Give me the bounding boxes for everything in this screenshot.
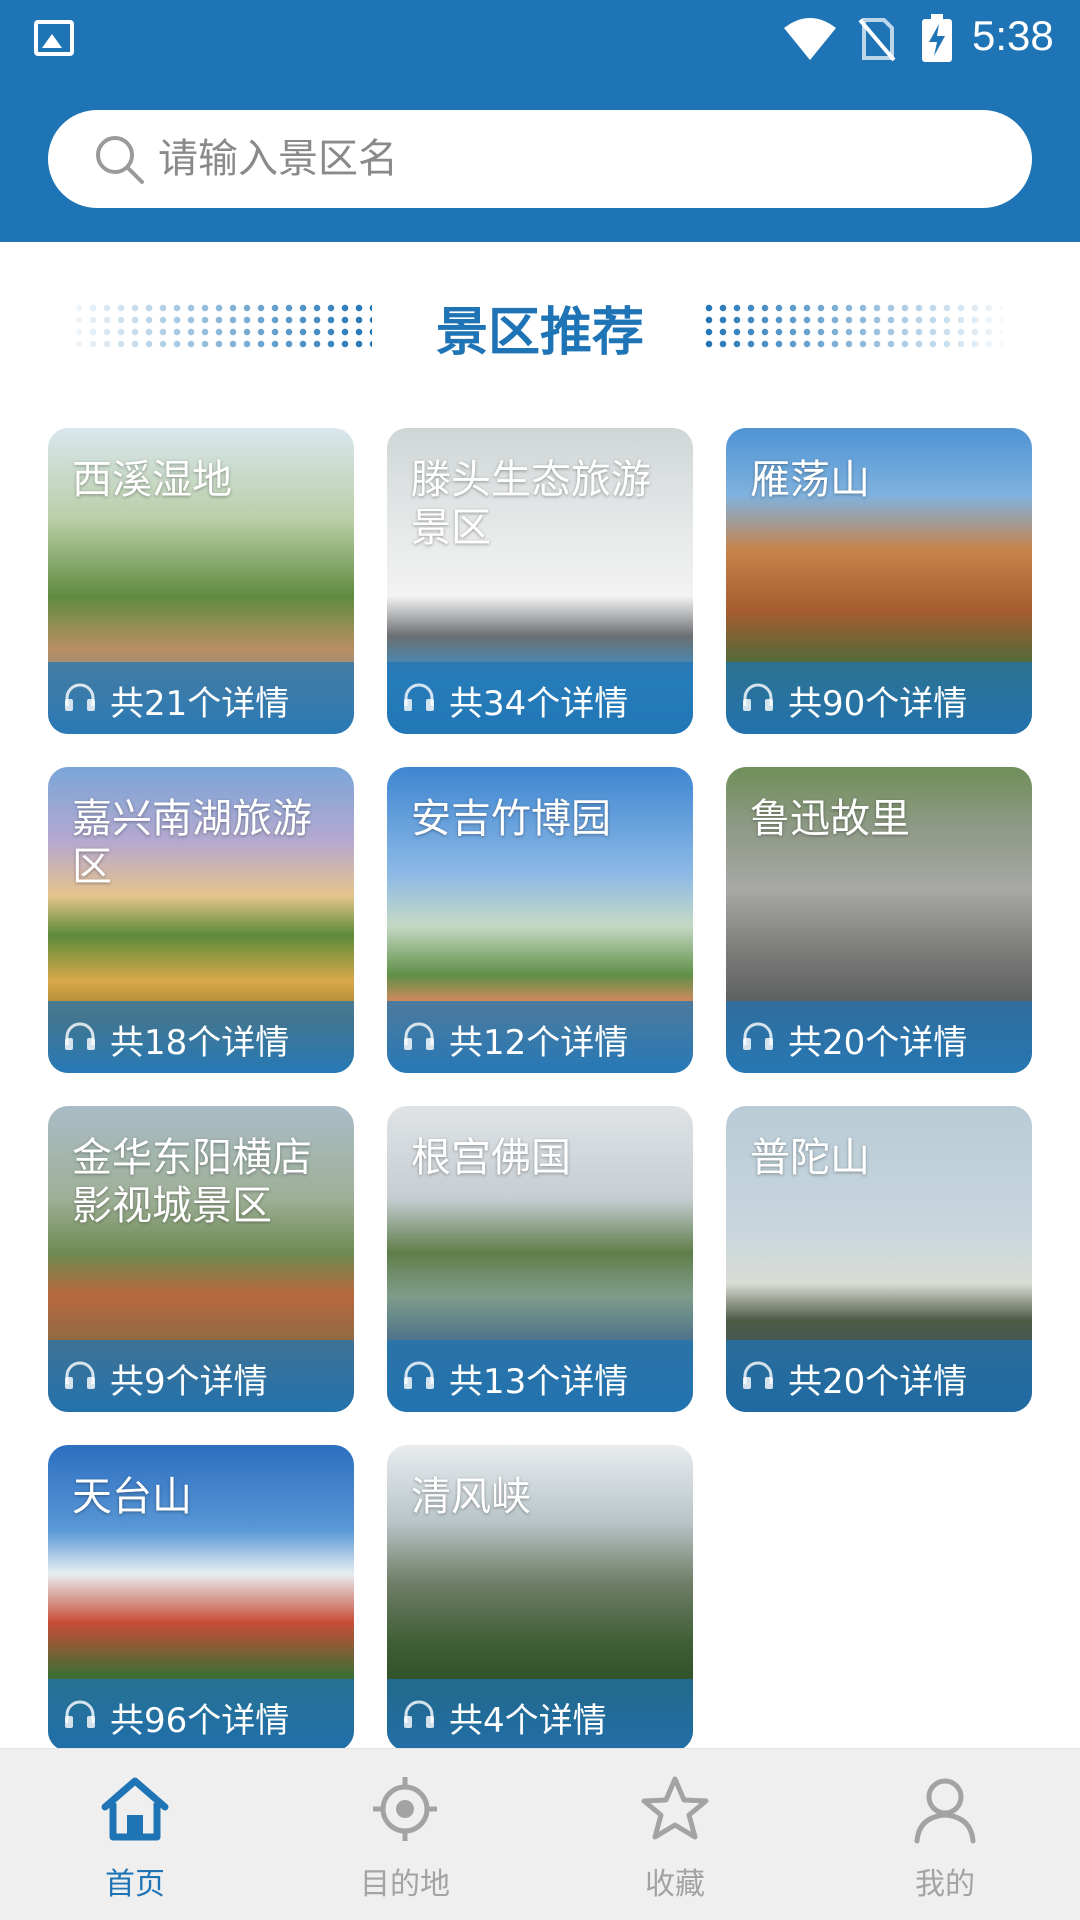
- nav-label: 收藏: [645, 1867, 705, 1902]
- scenic-card[interactable]: 滕头生态旅游景区 共34个详情: [387, 428, 693, 734]
- scenic-footer: 共18个详情: [48, 1001, 354, 1073]
- scenic-name: 嘉兴南湖旅游区: [72, 796, 312, 890]
- headphones-icon: [65, 1700, 95, 1728]
- scenic-card[interactable]: 根宫佛国 共13个详情: [387, 1106, 693, 1412]
- scenic-name: 鲁迅故里: [750, 796, 910, 842]
- scenic-count: 共96个详情: [110, 1701, 290, 1741]
- headphones-icon: [65, 1022, 95, 1050]
- section-header: 景区推荐: [0, 290, 1080, 363]
- user-icon: [914, 1778, 976, 1844]
- scenic-name: 天台山: [72, 1474, 192, 1520]
- scenic-card[interactable]: 金华东阳横店影视城景区 共9个详情: [48, 1106, 354, 1412]
- scenic-card[interactable]: 西溪湿地 共21个详情: [48, 428, 354, 734]
- nav-label: 我的: [915, 1867, 975, 1902]
- scenic-name: 清风峡: [411, 1474, 531, 1520]
- gallery-notification-icon: [34, 20, 74, 56]
- scenic-name: 滕头生态旅游景区: [411, 457, 651, 551]
- scenic-footer: 共21个详情: [48, 662, 354, 734]
- scenic-count: 共13个详情: [449, 1362, 629, 1402]
- headphones-icon: [404, 1022, 434, 1050]
- scenic-footer: 共34个详情: [387, 662, 693, 734]
- scenic-footer: 共12个详情: [387, 1001, 693, 1073]
- scenic-footer: 共20个详情: [726, 1001, 1032, 1073]
- scenic-footer: 共20个详情: [726, 1340, 1032, 1412]
- scenic-count: 共20个详情: [788, 1362, 968, 1402]
- scenic-card[interactable]: 嘉兴南湖旅游区 共18个详情: [48, 767, 354, 1073]
- app-header: 5:38: [0, 0, 1080, 242]
- nav-label: 目的地: [360, 1867, 450, 1902]
- scenic-footer: 共13个详情: [387, 1340, 693, 1412]
- scenic-card[interactable]: 普陀山 共20个详情: [726, 1106, 1032, 1412]
- scenic-footer: 共4个详情: [387, 1679, 693, 1751]
- nav-item-mine[interactable]: 我的: [810, 1749, 1080, 1920]
- location-icon: [373, 1777, 437, 1841]
- scenic-count: 共12个详情: [449, 1023, 629, 1063]
- scenic-footer: 共90个详情: [726, 662, 1032, 734]
- battery-charging-icon: [922, 14, 952, 62]
- nav-item-favorites[interactable]: 收藏: [540, 1749, 810, 1920]
- scenic-footer: 共96个详情: [48, 1679, 354, 1751]
- scenic-name: 安吉竹博园: [411, 796, 611, 842]
- scenic-name: 雁荡山: [750, 457, 870, 503]
- headphones-icon: [65, 1361, 95, 1389]
- headphones-icon: [404, 683, 434, 711]
- nav-item-home[interactable]: 首页: [0, 1749, 270, 1920]
- headphones-icon: [743, 683, 773, 711]
- scenic-name: 根宫佛国: [411, 1135, 571, 1181]
- scenic-name: 西溪湿地: [72, 457, 232, 503]
- scenic-card[interactable]: 天台山 共96个详情: [48, 1445, 354, 1751]
- scenic-name: 金华东阳横店影视城景区: [72, 1135, 312, 1229]
- headphones-icon: [743, 1022, 773, 1050]
- search-input[interactable]: [158, 130, 978, 188]
- scenic-count: 共20个详情: [788, 1023, 968, 1063]
- headphones-icon: [404, 1361, 434, 1389]
- nav-label: 首页: [105, 1867, 165, 1902]
- scenic-count: 共4个详情: [449, 1701, 607, 1741]
- scenic-count: 共21个详情: [110, 684, 290, 724]
- scenic-card[interactable]: 清风峡 共4个详情: [387, 1445, 693, 1751]
- scenic-count: 共34个详情: [449, 684, 629, 724]
- scenic-count: 共9个详情: [110, 1362, 268, 1402]
- scenic-name: 普陀山: [750, 1135, 870, 1181]
- headphones-icon: [404, 1700, 434, 1728]
- scenic-count: 共90个详情: [788, 684, 968, 724]
- star-icon: [641, 1776, 709, 1840]
- search-icon: [96, 136, 144, 184]
- headphones-icon: [743, 1361, 773, 1389]
- headphones-icon: [65, 683, 95, 711]
- scenic-card[interactable]: 安吉竹博园 共12个详情: [387, 767, 693, 1073]
- bottom-nav: 首页 目的地 收藏 我的: [0, 1748, 1080, 1920]
- scenic-card[interactable]: 鲁迅故里 共20个详情: [726, 767, 1032, 1073]
- nav-item-destination[interactable]: 目的地: [270, 1749, 540, 1920]
- scenic-count: 共18个详情: [110, 1023, 290, 1063]
- status-bar: 5:38: [0, 0, 1080, 80]
- decorative-dots-right: [702, 302, 1002, 348]
- no-sim-icon: [858, 18, 896, 62]
- status-time: 5:38: [972, 12, 1054, 59]
- scenic-card[interactable]: 雁荡山 共90个详情: [726, 428, 1032, 734]
- home-icon: [101, 1777, 169, 1841]
- search-bar[interactable]: [48, 110, 1032, 208]
- wifi-icon: [784, 18, 836, 60]
- scenic-footer: 共9个详情: [48, 1340, 354, 1412]
